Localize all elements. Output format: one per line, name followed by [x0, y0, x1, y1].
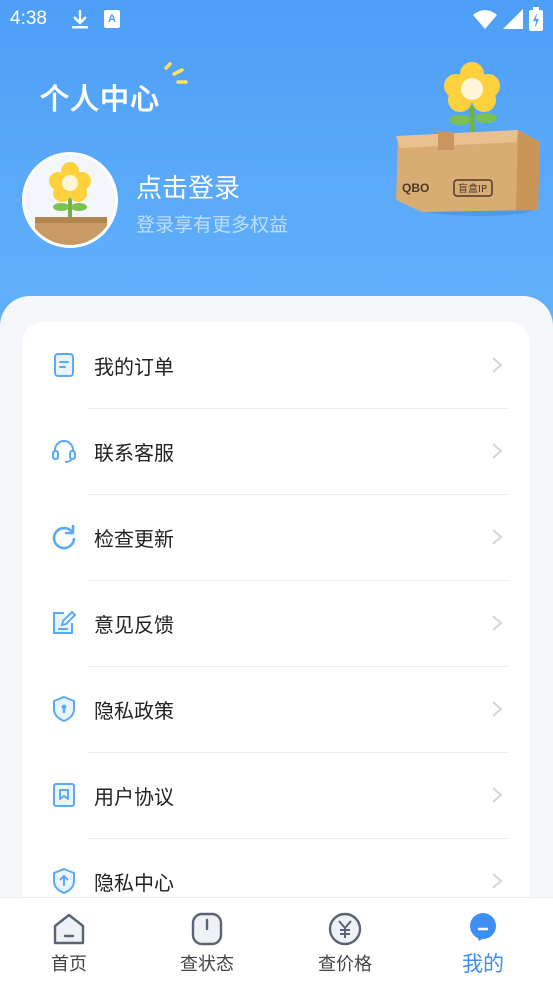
- power-icon: [191, 912, 223, 946]
- menu-label: 联系客服: [94, 440, 174, 465]
- headset-icon: [52, 440, 76, 463]
- flower-box-illustration: QBO 盲盒IP: [396, 62, 540, 216]
- menu-item-contact-support[interactable]: 联系客服: [22, 408, 530, 494]
- menu-label: 意见反馈: [94, 612, 174, 637]
- menu-item-feedback[interactable]: 意见反馈: [22, 580, 530, 666]
- home-icon: [53, 913, 85, 945]
- menu-label: 隐私中心: [94, 870, 174, 895]
- chevron-right-icon: [492, 443, 503, 459]
- avatar[interactable]: [22, 152, 118, 248]
- battery-icon: [529, 7, 543, 31]
- login-subtitle: 登录享有更多权益: [136, 214, 289, 236]
- tab-mine[interactable]: 我的: [414, 898, 552, 984]
- chevron-right-icon: [492, 701, 503, 717]
- feedback-icon: [53, 610, 77, 634]
- menu-item-check-update[interactable]: 检查更新: [22, 494, 530, 580]
- menu-item-privacy-policy[interactable]: 隐私政策: [22, 666, 530, 752]
- shield-icon: [53, 695, 75, 723]
- bottom-tab-bar: 首页 查状态 查价格 我的: [0, 897, 553, 984]
- signal-icon: [503, 9, 523, 29]
- shield-icon: [53, 867, 75, 895]
- wifi-icon: [473, 10, 497, 29]
- status-bar: 4:38 A: [0, 0, 553, 40]
- order-icon: [54, 353, 74, 377]
- sparkle-icon: [164, 62, 188, 84]
- yen-icon: [328, 912, 362, 946]
- status-time: 4:38: [10, 8, 47, 29]
- menu-label: 用户协议: [94, 784, 174, 809]
- box-tag-text: 盲盒IP: [458, 182, 487, 195]
- tab-label: 查状态: [180, 954, 234, 975]
- page-title: 个人中心: [40, 82, 161, 116]
- menu-card: 我的订单 联系客服 检查更新 意见反馈 隐私政策 用户协议 隐私中心: [22, 322, 530, 942]
- menu-label: 隐私政策: [94, 698, 174, 723]
- tab-label: 查价格: [318, 954, 372, 975]
- profile-icon: [470, 913, 496, 941]
- tab-check-price[interactable]: 查价格: [276, 898, 414, 984]
- chevron-right-icon: [492, 357, 503, 373]
- menu-label: 我的订单: [94, 354, 174, 379]
- download-icon: [72, 10, 88, 29]
- chevron-right-icon: [492, 529, 503, 545]
- chevron-right-icon: [492, 873, 503, 889]
- keyboard-a-icon: A: [104, 10, 120, 28]
- box-brand-text: QBO: [402, 181, 429, 195]
- chevron-right-icon: [492, 615, 503, 631]
- menu-label: 检查更新: [94, 526, 174, 551]
- tab-check-status[interactable]: 查状态: [138, 898, 276, 984]
- tab-label: 首页: [51, 954, 87, 975]
- menu-item-my-orders[interactable]: 我的订单: [22, 322, 530, 408]
- status-icons: [473, 7, 543, 31]
- tab-home[interactable]: 首页: [0, 898, 138, 984]
- tab-label: 我的: [462, 952, 504, 976]
- flower-avatar-icon: [25, 155, 115, 245]
- login-prompt[interactable]: 点击登录: [136, 168, 240, 205]
- chevron-right-icon: [492, 787, 503, 803]
- bookmark-icon: [53, 783, 75, 807]
- menu-item-user-agreement[interactable]: 用户协议: [22, 752, 530, 838]
- refresh-icon: [52, 524, 76, 550]
